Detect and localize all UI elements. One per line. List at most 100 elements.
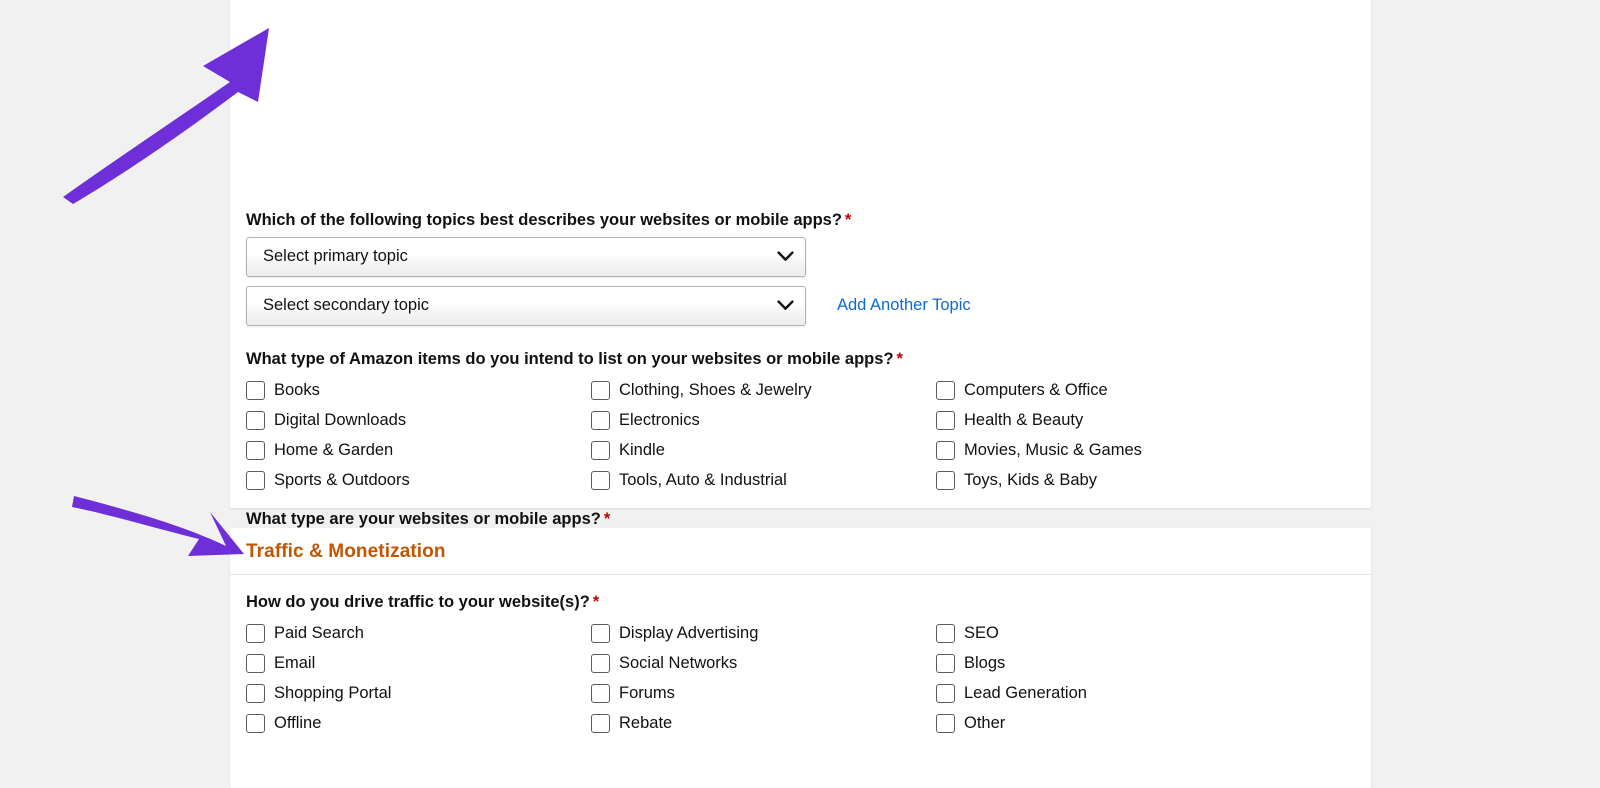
checkbox-icon[interactable]	[591, 684, 610, 704]
amazon-item-types-checkbox-grid: Books Clothing, Shoes & Jewelry Computers …	[246, 375, 1355, 495]
checkbox-label: Movies, Music & Games	[964, 441, 1142, 459]
traffic-panel-body: How do you drive traffic to your website…	[230, 575, 1371, 755]
checkbox-label: Tools, Auto & Industrial	[619, 471, 787, 489]
chevron-down-icon	[765, 251, 805, 262]
checkbox-label: Email	[274, 654, 316, 673]
amazon-item-type-option[interactable]: Tools, Auto & Industrial	[591, 465, 936, 495]
checkbox-icon[interactable]	[936, 380, 955, 400]
traffic-source-option[interactable]: Offline	[246, 709, 591, 739]
checkbox-icon[interactable]	[591, 380, 610, 400]
items-question-label: What type of Amazon items do you intend …	[246, 349, 1355, 370]
checkbox-icon[interactable]	[246, 470, 265, 490]
secondary-topic-select-value: Select secondary topic	[263, 296, 430, 315]
checkbox-label: SEO	[964, 624, 999, 643]
checkbox-label: Health & Beauty	[964, 411, 1084, 429]
checkbox-icon[interactable]	[936, 654, 955, 674]
checkbox-icon[interactable]	[936, 410, 955, 430]
arrow-pointing-to-traffic-monetization-heading	[72, 496, 244, 556]
traffic-source-option[interactable]: Display Advertising	[591, 619, 936, 649]
checkbox-icon[interactable]	[591, 624, 610, 644]
site-type-required-asterisk: *	[603, 510, 611, 529]
items-required-asterisk: *	[896, 349, 903, 368]
checkbox-label: Lead Generation	[964, 684, 1087, 703]
chevron-down-icon	[765, 300, 805, 311]
checkbox-icon[interactable]	[936, 440, 955, 460]
primary-topic-select[interactable]: Select primary topic	[246, 236, 806, 277]
checkbox-icon[interactable]	[246, 684, 265, 704]
checkbox-icon[interactable]	[246, 440, 265, 460]
amazon-item-type-option[interactable]: Computers & Office	[936, 375, 1281, 405]
checkbox-icon[interactable]	[246, 654, 265, 674]
checkbox-label: Offline	[274, 714, 322, 733]
checkbox-label: Electronics	[619, 411, 700, 429]
traffic-source-option[interactable]: Rebate	[591, 709, 936, 739]
traffic-panel-header: Traffic & Monetization	[230, 528, 1371, 575]
traffic-source-option[interactable]: Email	[246, 649, 591, 679]
checkbox-icon[interactable]	[936, 684, 955, 704]
checkbox-icon[interactable]	[591, 714, 610, 734]
checkbox-label: Kindle	[619, 441, 665, 459]
amazon-item-type-option[interactable]: Movies, Music & Games	[936, 435, 1281, 465]
checkbox-label: Digital Downloads	[274, 411, 407, 429]
traffic-required-asterisk: *	[592, 593, 600, 611]
traffic-source-option[interactable]: Other	[936, 709, 1281, 739]
traffic-question-label: How do you drive traffic to your website…	[246, 592, 1355, 613]
amazon-item-type-option[interactable]: Electronics	[591, 405, 936, 435]
amazon-item-type-option[interactable]: Digital Downloads	[246, 405, 591, 435]
checkbox-label: Computers & Office	[964, 381, 1108, 399]
add-another-topic-link[interactable]: Add Another Topic	[837, 296, 971, 315]
checkbox-icon[interactable]	[936, 470, 955, 490]
checkbox-label: Toys, Kids & Baby	[964, 471, 1097, 489]
amazon-item-type-option[interactable]: Books	[246, 375, 591, 405]
amazon-item-type-option[interactable]: Health & Beauty	[936, 405, 1281, 435]
checkbox-icon[interactable]	[591, 410, 610, 430]
amazon-item-type-option[interactable]: Home & Garden	[246, 435, 591, 465]
checkbox-icon[interactable]	[246, 624, 265, 644]
traffic-source-option[interactable]: SEO	[936, 619, 1281, 649]
topics-required-asterisk: *	[844, 211, 852, 229]
websites-and-apps-panel: Which of the following topics best descr…	[230, 0, 1371, 625]
checkbox-label: Other	[964, 714, 1006, 733]
checkbox-label: Rebate	[619, 714, 673, 733]
traffic-source-option[interactable]: Paid Search	[246, 619, 591, 649]
topics-question-label: Which of the following topics best descr…	[246, 210, 1355, 231]
primary-topic-select-value: Select primary topic	[263, 247, 408, 266]
checkbox-label: Social Networks	[619, 654, 738, 673]
secondary-topic-row: Select secondary topic Add Another Topic	[246, 285, 1355, 326]
checkbox-icon[interactable]	[246, 410, 265, 430]
checkbox-icon[interactable]	[591, 470, 610, 490]
screenshot-stage: Which of the following topics best descr…	[0, 0, 1600, 788]
traffic-monetization-heading: Traffic & Monetization	[246, 541, 446, 562]
topics-question-text: Which of the following topics best descr…	[246, 211, 842, 229]
checkbox-icon[interactable]	[246, 714, 265, 734]
amazon-item-type-option[interactable]: Toys, Kids & Baby	[936, 465, 1281, 495]
site-type-question-text: What type are your websites or mobile ap…	[246, 510, 601, 529]
traffic-source-option[interactable]: Forums	[591, 679, 936, 709]
traffic-monetization-panel: Traffic & Monetization How do you drive …	[230, 528, 1371, 788]
primary-topic-row: Select primary topic	[246, 236, 1355, 277]
checkbox-label: Shopping Portal	[274, 684, 392, 703]
traffic-source-option[interactable]: Blogs	[936, 649, 1281, 679]
amazon-item-type-option[interactable]: Sports & Outdoors	[246, 465, 591, 495]
amazon-item-type-option[interactable]: Kindle	[591, 435, 936, 465]
checkbox-icon[interactable]	[591, 440, 610, 460]
checkbox-label: Books	[274, 381, 320, 399]
checkbox-label: Blogs	[964, 654, 1006, 673]
checkbox-icon[interactable]	[936, 624, 955, 644]
checkbox-label: Home & Garden	[274, 441, 394, 459]
traffic-sources-checkbox-grid: Paid Search Display Advertising SEO Email So…	[246, 619, 1355, 739]
checkbox-icon[interactable]	[246, 380, 265, 400]
checkbox-label: Paid Search	[274, 624, 364, 643]
checkbox-icon[interactable]	[591, 654, 610, 674]
amazon-item-type-option[interactable]: Clothing, Shoes & Jewelry	[591, 375, 936, 405]
traffic-source-option[interactable]: Lead Generation	[936, 679, 1281, 709]
checkbox-icon[interactable]	[936, 714, 955, 734]
traffic-source-option[interactable]: Shopping Portal	[246, 679, 591, 709]
checkbox-label: Sports & Outdoors	[274, 471, 410, 489]
checkbox-label: Clothing, Shoes & Jewelry	[619, 381, 812, 399]
traffic-source-option[interactable]: Social Networks	[591, 649, 936, 679]
items-question-text: What type of Amazon items do you intend …	[246, 349, 894, 368]
secondary-topic-select[interactable]: Select secondary topic	[246, 285, 806, 326]
